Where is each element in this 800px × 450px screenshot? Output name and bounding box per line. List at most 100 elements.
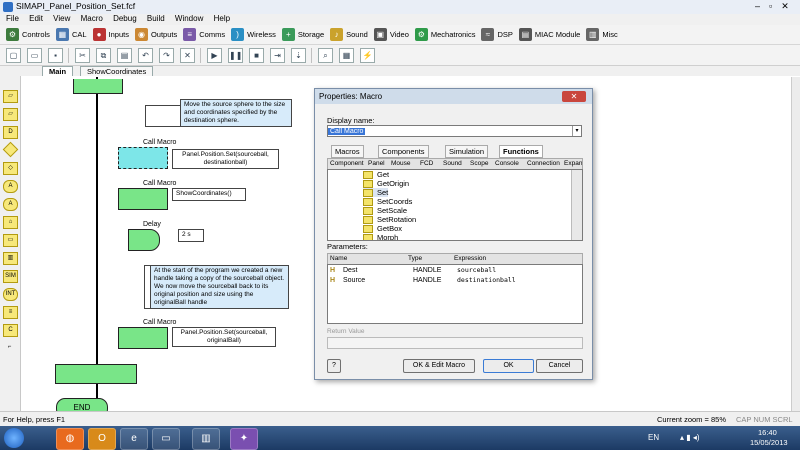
tab-macros[interactable]: Macros — [331, 145, 364, 158]
tab-show-coordinates[interactable]: ShowCoordinates — [80, 66, 154, 76]
menu-build[interactable]: Build — [147, 14, 165, 23]
sound-button[interactable]: ♪ Sound — [330, 28, 368, 41]
dsp-button[interactable]: ≈ DSP — [481, 28, 513, 41]
ie-icon[interactable]: e — [120, 428, 148, 450]
interrupt-icon[interactable]: INT — [3, 288, 18, 301]
storage-button[interactable]: + Storage — [281, 28, 324, 41]
language-indicator[interactable]: EN — [648, 433, 659, 442]
list-item-selected[interactable]: Set — [363, 188, 389, 198]
firefox-icon[interactable]: ◍ — [56, 428, 84, 450]
tab-main[interactable]: Main — [42, 66, 74, 76]
clock-time[interactable]: 16:40 — [758, 428, 777, 437]
delete-icon[interactable]: ✕ — [180, 47, 195, 63]
call-macro-block[interactable] — [118, 147, 168, 169]
display-name-field[interactable]: Call Macro — [327, 125, 582, 137]
col-mouse[interactable]: Mouse — [391, 159, 411, 168]
col-component[interactable]: Component — [330, 159, 364, 168]
comms-button[interactable]: ≡ Comms — [183, 28, 225, 41]
call-macro-block[interactable] — [118, 188, 168, 210]
connection-icon[interactable]: A — [3, 180, 18, 193]
output-icon[interactable]: ▱ — [3, 108, 18, 121]
tray-icons[interactable]: ▴ ▮ ◂) — [680, 433, 700, 442]
param-row[interactable]: H Dest HANDLE sourceball — [329, 266, 577, 275]
string-icon[interactable]: ≡ — [3, 306, 18, 319]
col-expansion[interactable]: Expanc — [564, 159, 582, 168]
dialog-close-icon[interactable]: ✕ — [562, 91, 586, 102]
cut-icon[interactable]: ✂ — [75, 47, 90, 63]
undo-icon[interactable]: ↶ — [138, 47, 153, 63]
mechatronics-button[interactable]: ⚙ Mechatronics — [414, 28, 475, 41]
goto-icon[interactable]: A — [3, 198, 18, 211]
list-item[interactable]: GetBox — [363, 224, 402, 234]
cal-button[interactable]: ▦ CAL — [55, 28, 87, 41]
inputs-button[interactable]: ● Inputs — [92, 28, 129, 41]
menu-view[interactable]: View — [53, 14, 70, 23]
open-icon[interactable]: ▭ — [27, 47, 42, 63]
chip-icon[interactable]: ▦ — [339, 47, 354, 63]
run-icon[interactable]: ▶ — [207, 47, 222, 63]
code-icon[interactable]: C — [3, 324, 18, 337]
video-button[interactable]: ▣ Video — [373, 28, 409, 41]
step-into-icon[interactable]: ⇣ — [291, 47, 306, 63]
list-item[interactable]: Get — [363, 170, 389, 180]
new-icon[interactable]: ▢ — [6, 47, 21, 63]
menu-help[interactable]: Help — [214, 14, 230, 23]
clock-date[interactable]: 15/05/2013 — [750, 438, 788, 447]
wireless-button[interactable]: ) Wireless — [231, 28, 276, 41]
list-item[interactable]: SetCoords — [363, 197, 412, 207]
switch-icon[interactable]: ◇ — [3, 162, 18, 175]
tab-simulation[interactable]: Simulation — [445, 145, 489, 158]
col-connection[interactable]: Connection — [527, 159, 560, 168]
menu-file[interactable]: File — [6, 14, 19, 23]
menu-edit[interactable]: Edit — [29, 14, 43, 23]
list-scrollbar[interactable] — [571, 170, 582, 240]
explorer-icon[interactable]: ▭ — [152, 428, 180, 450]
outputs-button[interactable]: ◉ Outputs — [134, 28, 177, 41]
call-macro-block[interactable] — [118, 327, 168, 349]
function-list[interactable]: Get GetOrigin Set SetCoords SetScale Set… — [327, 169, 583, 241]
ok-edit-macro-button[interactable]: OK & Edit Macro — [403, 359, 475, 373]
col-sound[interactable]: Sound — [443, 159, 462, 168]
loop-icon[interactable]: ⌂ — [3, 216, 18, 229]
sim-icon[interactable]: SIM — [3, 270, 18, 283]
compile-icon[interactable]: ⚡ — [360, 47, 375, 63]
cancel-button[interactable]: Cancel — [536, 359, 583, 373]
outlook-icon[interactable]: O — [88, 428, 116, 450]
save-icon[interactable]: ▪ — [48, 47, 63, 63]
redo-icon[interactable]: ↷ — [159, 47, 174, 63]
col-panel[interactable]: Panel — [368, 159, 385, 168]
paste-icon[interactable]: ▤ — [117, 47, 132, 63]
tab-functions[interactable]: Functions — [499, 145, 543, 158]
canvas-scrollbar[interactable] — [791, 77, 800, 411]
menu-macro[interactable]: Macro — [81, 14, 103, 23]
loop-end-block[interactable] — [55, 364, 137, 384]
menu-debug[interactable]: Debug — [113, 14, 137, 23]
delay-block[interactable] — [128, 229, 160, 251]
dropdown-chevron-icon[interactable]: ▾ — [572, 126, 581, 136]
flowcode-icon[interactable]: ▥ — [192, 428, 220, 450]
ok-button[interactable]: OK — [483, 359, 534, 373]
window-controls[interactable]: –▫✕ — [755, 1, 798, 12]
stop-icon[interactable]: ■ — [249, 47, 264, 63]
input-icon[interactable]: ▱ — [3, 90, 18, 103]
app-icon[interactable]: ✦ — [230, 428, 258, 450]
list-item[interactable]: SetRotation — [363, 215, 416, 225]
pause-icon[interactable]: ❚❚ — [228, 47, 243, 63]
flow-block[interactable] — [73, 79, 123, 94]
decision-icon[interactable] — [2, 141, 19, 158]
comment-icon[interactable]: ⌐ — [3, 342, 16, 353]
list-item[interactable]: Morph — [363, 233, 398, 240]
controls-button[interactable]: ⚙ Controls — [6, 28, 50, 41]
col-fcd[interactable]: FCD — [420, 159, 433, 168]
list-item[interactable]: SetScale — [363, 206, 407, 216]
menu-window[interactable]: Window — [175, 14, 203, 23]
help-button[interactable]: ? — [327, 359, 341, 373]
copy-icon[interactable]: ⧉ — [96, 47, 111, 63]
delay-icon[interactable]: D — [3, 126, 18, 139]
macro-icon[interactable]: ▭ — [3, 234, 18, 247]
misc-button[interactable]: ▥ Misc — [586, 28, 618, 41]
list-item[interactable]: GetOrigin — [363, 179, 409, 189]
miac-button[interactable]: ▤ MIAC Module — [518, 28, 580, 41]
col-console[interactable]: Console — [495, 159, 519, 168]
calc-icon[interactable]: ▥ — [3, 252, 18, 265]
